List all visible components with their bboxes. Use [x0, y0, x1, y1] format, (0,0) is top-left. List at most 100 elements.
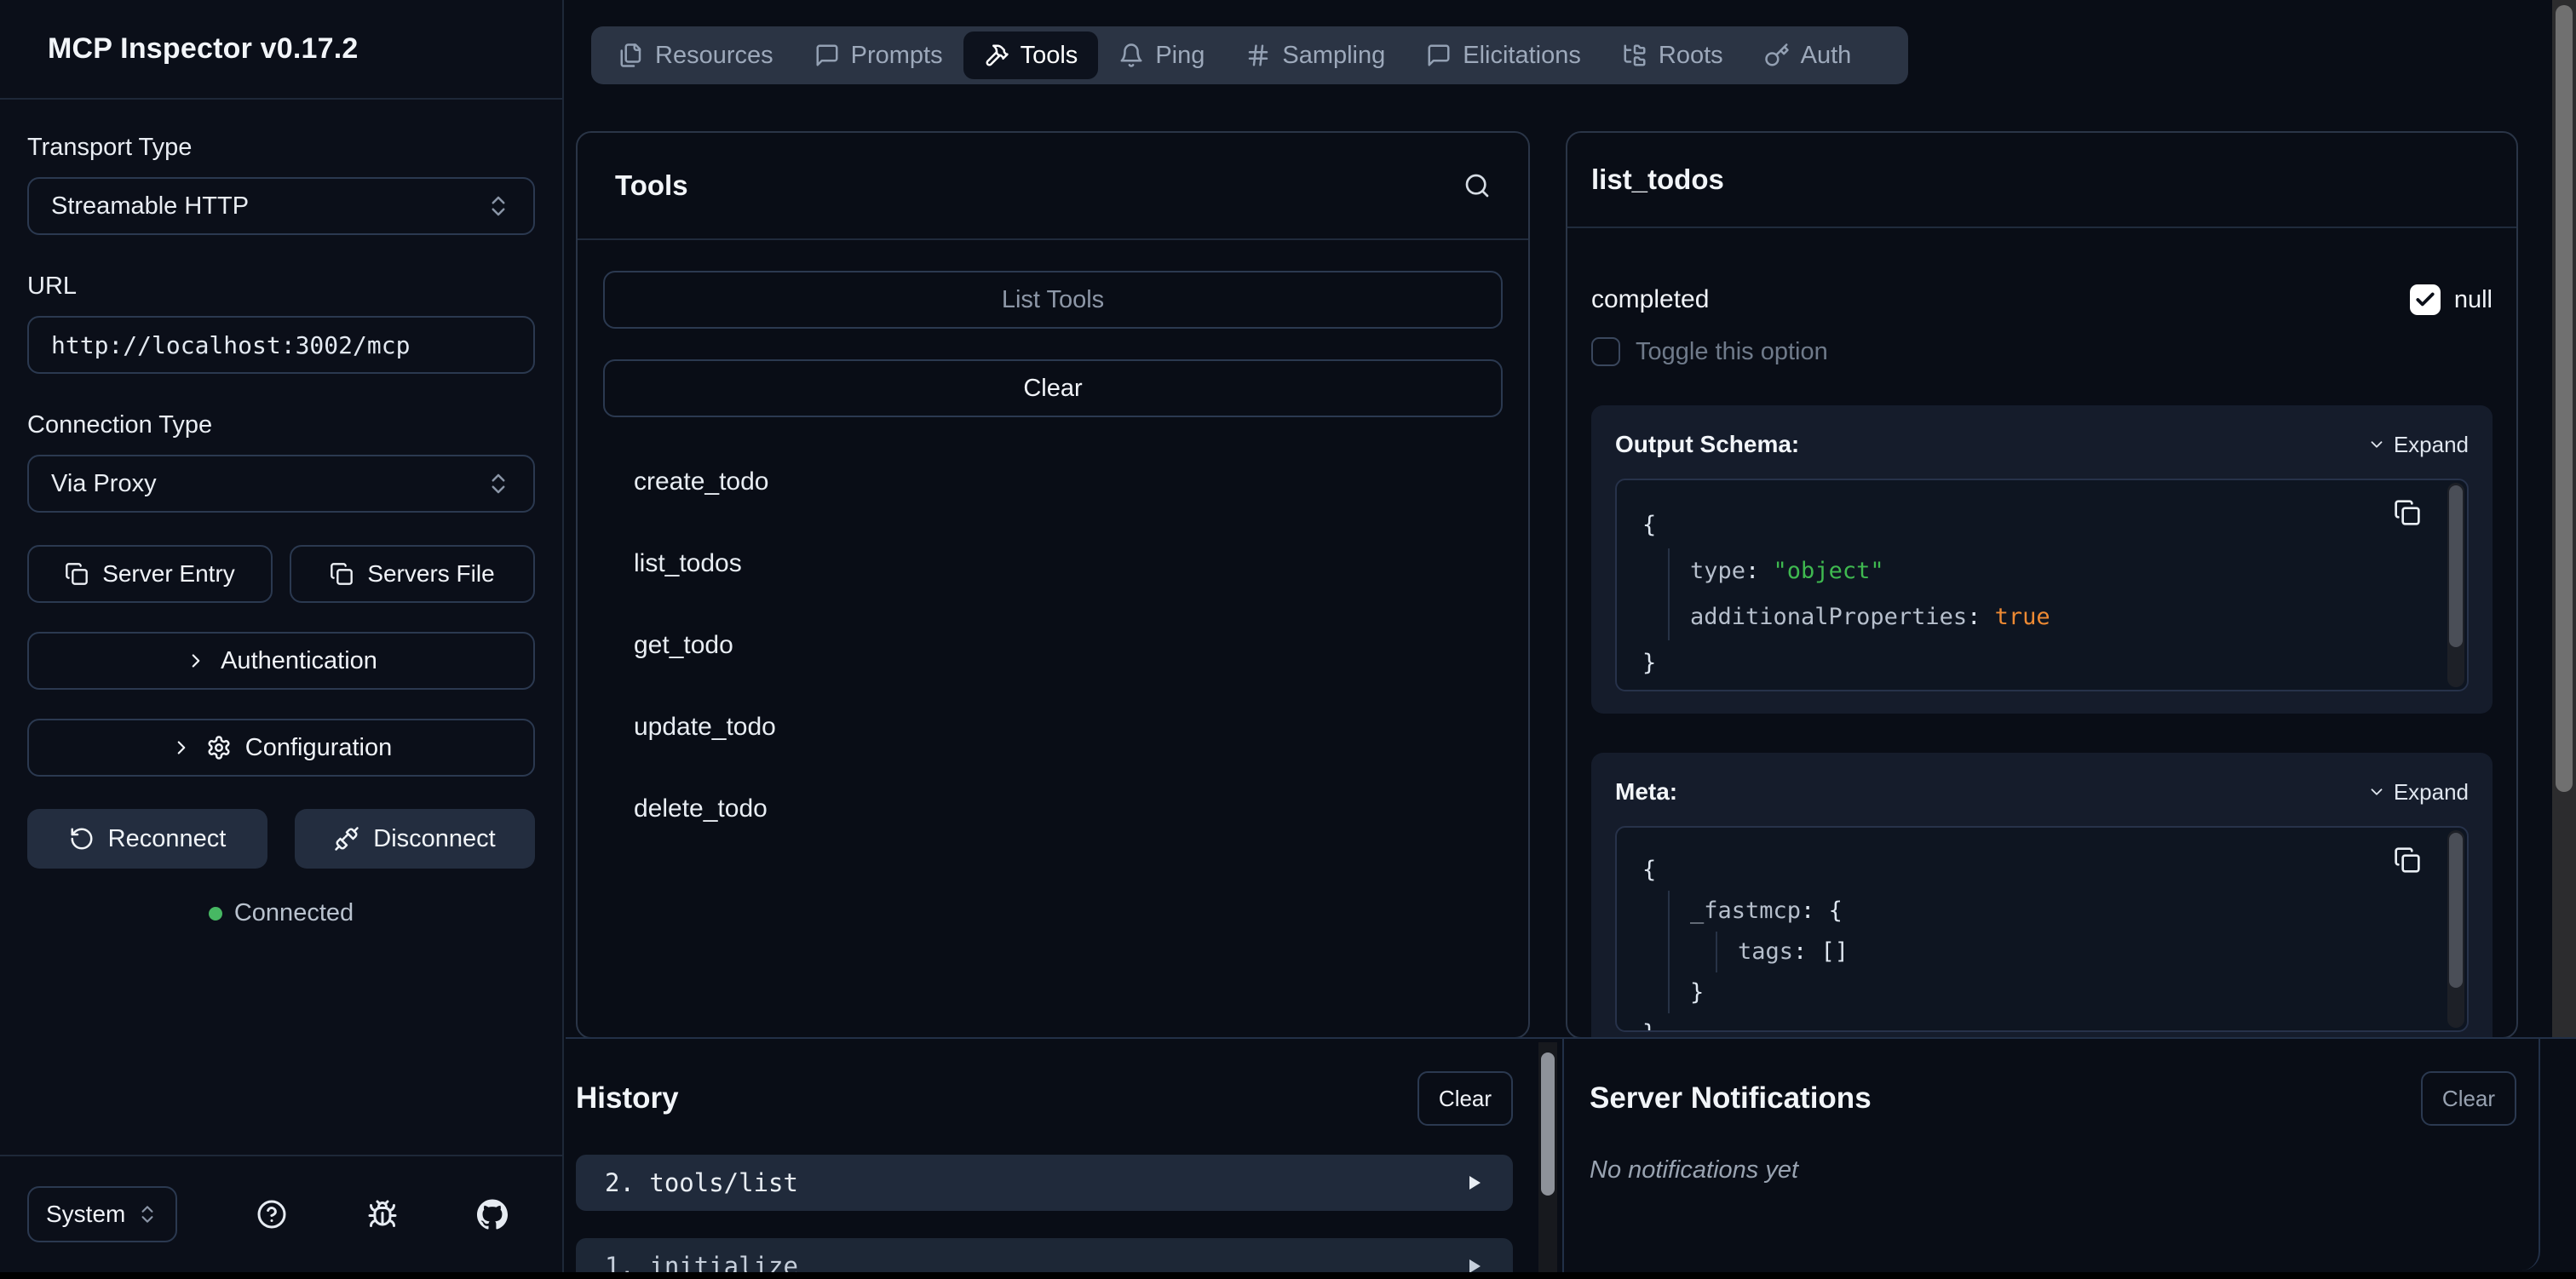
main-tabbar: Resources Prompts Tools Ping Sampling El… — [591, 26, 1908, 84]
code-token: "object" — [1774, 558, 1884, 584]
connection-type-select[interactable]: Via Proxy — [27, 455, 535, 513]
meta-section: Meta: Expand { _fastmcp: { tags: [] — [1591, 753, 2493, 1039]
code-token: : — [1793, 938, 1821, 965]
code-token: } — [1690, 979, 1704, 1006]
sidebar: MCP Inspector v0.17.2 Transport Type Str… — [0, 0, 564, 1279]
output-schema-section: Output Schema: Expand { type: "object" a… — [1591, 405, 2493, 714]
search-icon — [1463, 172, 1491, 199]
url-value: http://localhost:3002/mcp — [51, 331, 410, 359]
bug-report-button[interactable] — [367, 1199, 398, 1230]
tab-resources[interactable]: Resources — [598, 32, 794, 79]
schema-scrollbar-thumb[interactable] — [2449, 485, 2463, 647]
server-notifications-panel: Server Notifications Clear No notificati… — [1564, 1039, 2540, 1270]
chevrons-up-down-icon — [136, 1203, 158, 1225]
tool-item-delete-todo[interactable]: delete_todo — [634, 792, 1503, 826]
tool-detail-header: list_todos — [1567, 133, 2516, 228]
tab-auth[interactable]: Auth — [1744, 32, 1872, 79]
output-schema-label: Output Schema: — [1615, 431, 1799, 458]
transport-type-select[interactable]: Streamable HTTP — [27, 177, 535, 235]
tool-list: create_todo list_todos get_todo update_t… — [603, 465, 1503, 826]
help-button[interactable] — [256, 1199, 287, 1230]
history-scrollbar-thumb[interactable] — [1541, 1052, 1555, 1196]
detail-panel-scrollbar-thumb[interactable] — [2556, 5, 2573, 792]
chevrons-up-down-icon — [486, 471, 511, 496]
transport-type-value: Streamable HTTP — [51, 192, 249, 221]
transport-type-label: Transport Type — [27, 134, 535, 162]
theme-value: System — [46, 1201, 125, 1228]
code-token: { — [1642, 857, 1656, 883]
meta-scrollbar[interactable] — [2447, 830, 2464, 1028]
connection-actions-row: Reconnect Disconnect — [27, 809, 535, 869]
tools-panel-header: Tools — [578, 133, 1528, 240]
tab-label: Tools — [1021, 42, 1078, 70]
copy-meta-button[interactable] — [2394, 846, 2421, 874]
history-item-tools-list[interactable]: 2. tools/list — [576, 1155, 1513, 1211]
servers-file-button[interactable]: Servers File — [290, 545, 535, 603]
chevron-right-icon — [185, 650, 207, 672]
tab-roots[interactable]: Roots — [1601, 32, 1744, 79]
history-panel: History Clear 2. tools/list 1. initializ… — [576, 1039, 1513, 1279]
theme-select[interactable]: System — [27, 1186, 177, 1242]
tool-item-update-todo[interactable]: update_todo — [634, 710, 1503, 744]
tab-sampling[interactable]: Sampling — [1225, 32, 1406, 79]
meta-expand-button[interactable]: Expand — [2367, 779, 2469, 806]
toggle-checkbox[interactable] — [1591, 337, 1620, 366]
history-scrollbar[interactable] — [1538, 1042, 1557, 1279]
history-header: History Clear — [576, 1071, 1513, 1126]
detail-panel-scrollbar[interactable] — [2552, 0, 2576, 1037]
reconnect-button[interactable]: Reconnect — [27, 809, 267, 869]
code-token: true — [1995, 604, 2050, 630]
files-icon — [618, 43, 644, 68]
tab-prompts[interactable]: Prompts — [794, 32, 963, 79]
gear-icon — [206, 735, 232, 760]
tab-elicitations[interactable]: Elicitations — [1406, 32, 1601, 79]
tools-panel-body: List Tools Clear create_todo list_todos … — [578, 240, 1528, 826]
tab-label: Elicitations — [1463, 42, 1581, 70]
sidebar-body: Transport Type Streamable HTTP URL http:… — [0, 100, 562, 927]
chevron-down-icon — [2367, 783, 2386, 801]
toggle-option-row: Toggle this option — [1591, 337, 2493, 366]
tab-tools[interactable]: Tools — [963, 32, 1099, 79]
disconnect-button[interactable]: Disconnect — [295, 809, 535, 869]
code-token: } — [1642, 1020, 1656, 1032]
authentication-button[interactable]: Authentication — [27, 632, 535, 690]
clear-tools-button[interactable]: Clear — [603, 359, 1503, 417]
tab-label: Auth — [1801, 42, 1852, 70]
status-text: Connected — [234, 899, 354, 927]
github-button[interactable] — [477, 1199, 508, 1230]
connection-status: Connected — [27, 899, 535, 927]
notifications-clear-button[interactable]: Clear — [2421, 1071, 2516, 1126]
meta-code-block: { _fastmcp: { tags: [] } } — [1615, 826, 2469, 1032]
authentication-label: Authentication — [221, 647, 377, 675]
code-token: tags — [1738, 938, 1793, 965]
meta-scrollbar-thumb[interactable] — [2449, 833, 2463, 988]
meta-header: Meta: Expand — [1615, 773, 2469, 811]
schema-scrollbar[interactable] — [2447, 483, 2464, 687]
server-notifications-title: Server Notifications — [1590, 1081, 1872, 1116]
tool-item-create-todo[interactable]: create_todo — [634, 465, 1503, 499]
reconnect-label: Reconnect — [108, 825, 227, 853]
list-tools-button[interactable]: List Tools — [603, 271, 1503, 329]
url-input[interactable]: http://localhost:3002/mcp — [27, 316, 535, 374]
toggle-label: Toggle this option — [1636, 338, 1828, 366]
tool-item-get-todo[interactable]: get_todo — [634, 628, 1503, 662]
history-clear-button[interactable]: Clear — [1417, 1071, 1513, 1126]
code-token: _fastmcp — [1690, 898, 1801, 924]
disconnect-label: Disconnect — [373, 825, 495, 853]
null-checkbox[interactable] — [2410, 284, 2441, 315]
check-icon — [2414, 289, 2436, 311]
servers-file-label: Servers File — [367, 560, 494, 588]
tool-detail-title: list_todos — [1591, 163, 1724, 196]
code-token: type — [1690, 558, 1745, 584]
tools-search-button[interactable] — [1463, 172, 1491, 199]
tab-ping[interactable]: Ping — [1098, 32, 1225, 79]
tool-item-list-todos[interactable]: list_todos — [634, 547, 1503, 581]
configuration-button[interactable]: Configuration — [27, 719, 535, 777]
sidebar-footer: System — [0, 1155, 562, 1272]
output-schema-header: Output Schema: Expand — [1615, 426, 2469, 463]
output-schema-expand-button[interactable]: Expand — [2367, 432, 2469, 458]
copy-schema-button[interactable] — [2394, 499, 2421, 526]
server-entry-button[interactable]: Server Entry — [27, 545, 273, 603]
hash-icon — [1245, 43, 1271, 68]
param-null-control: null — [2410, 284, 2493, 315]
